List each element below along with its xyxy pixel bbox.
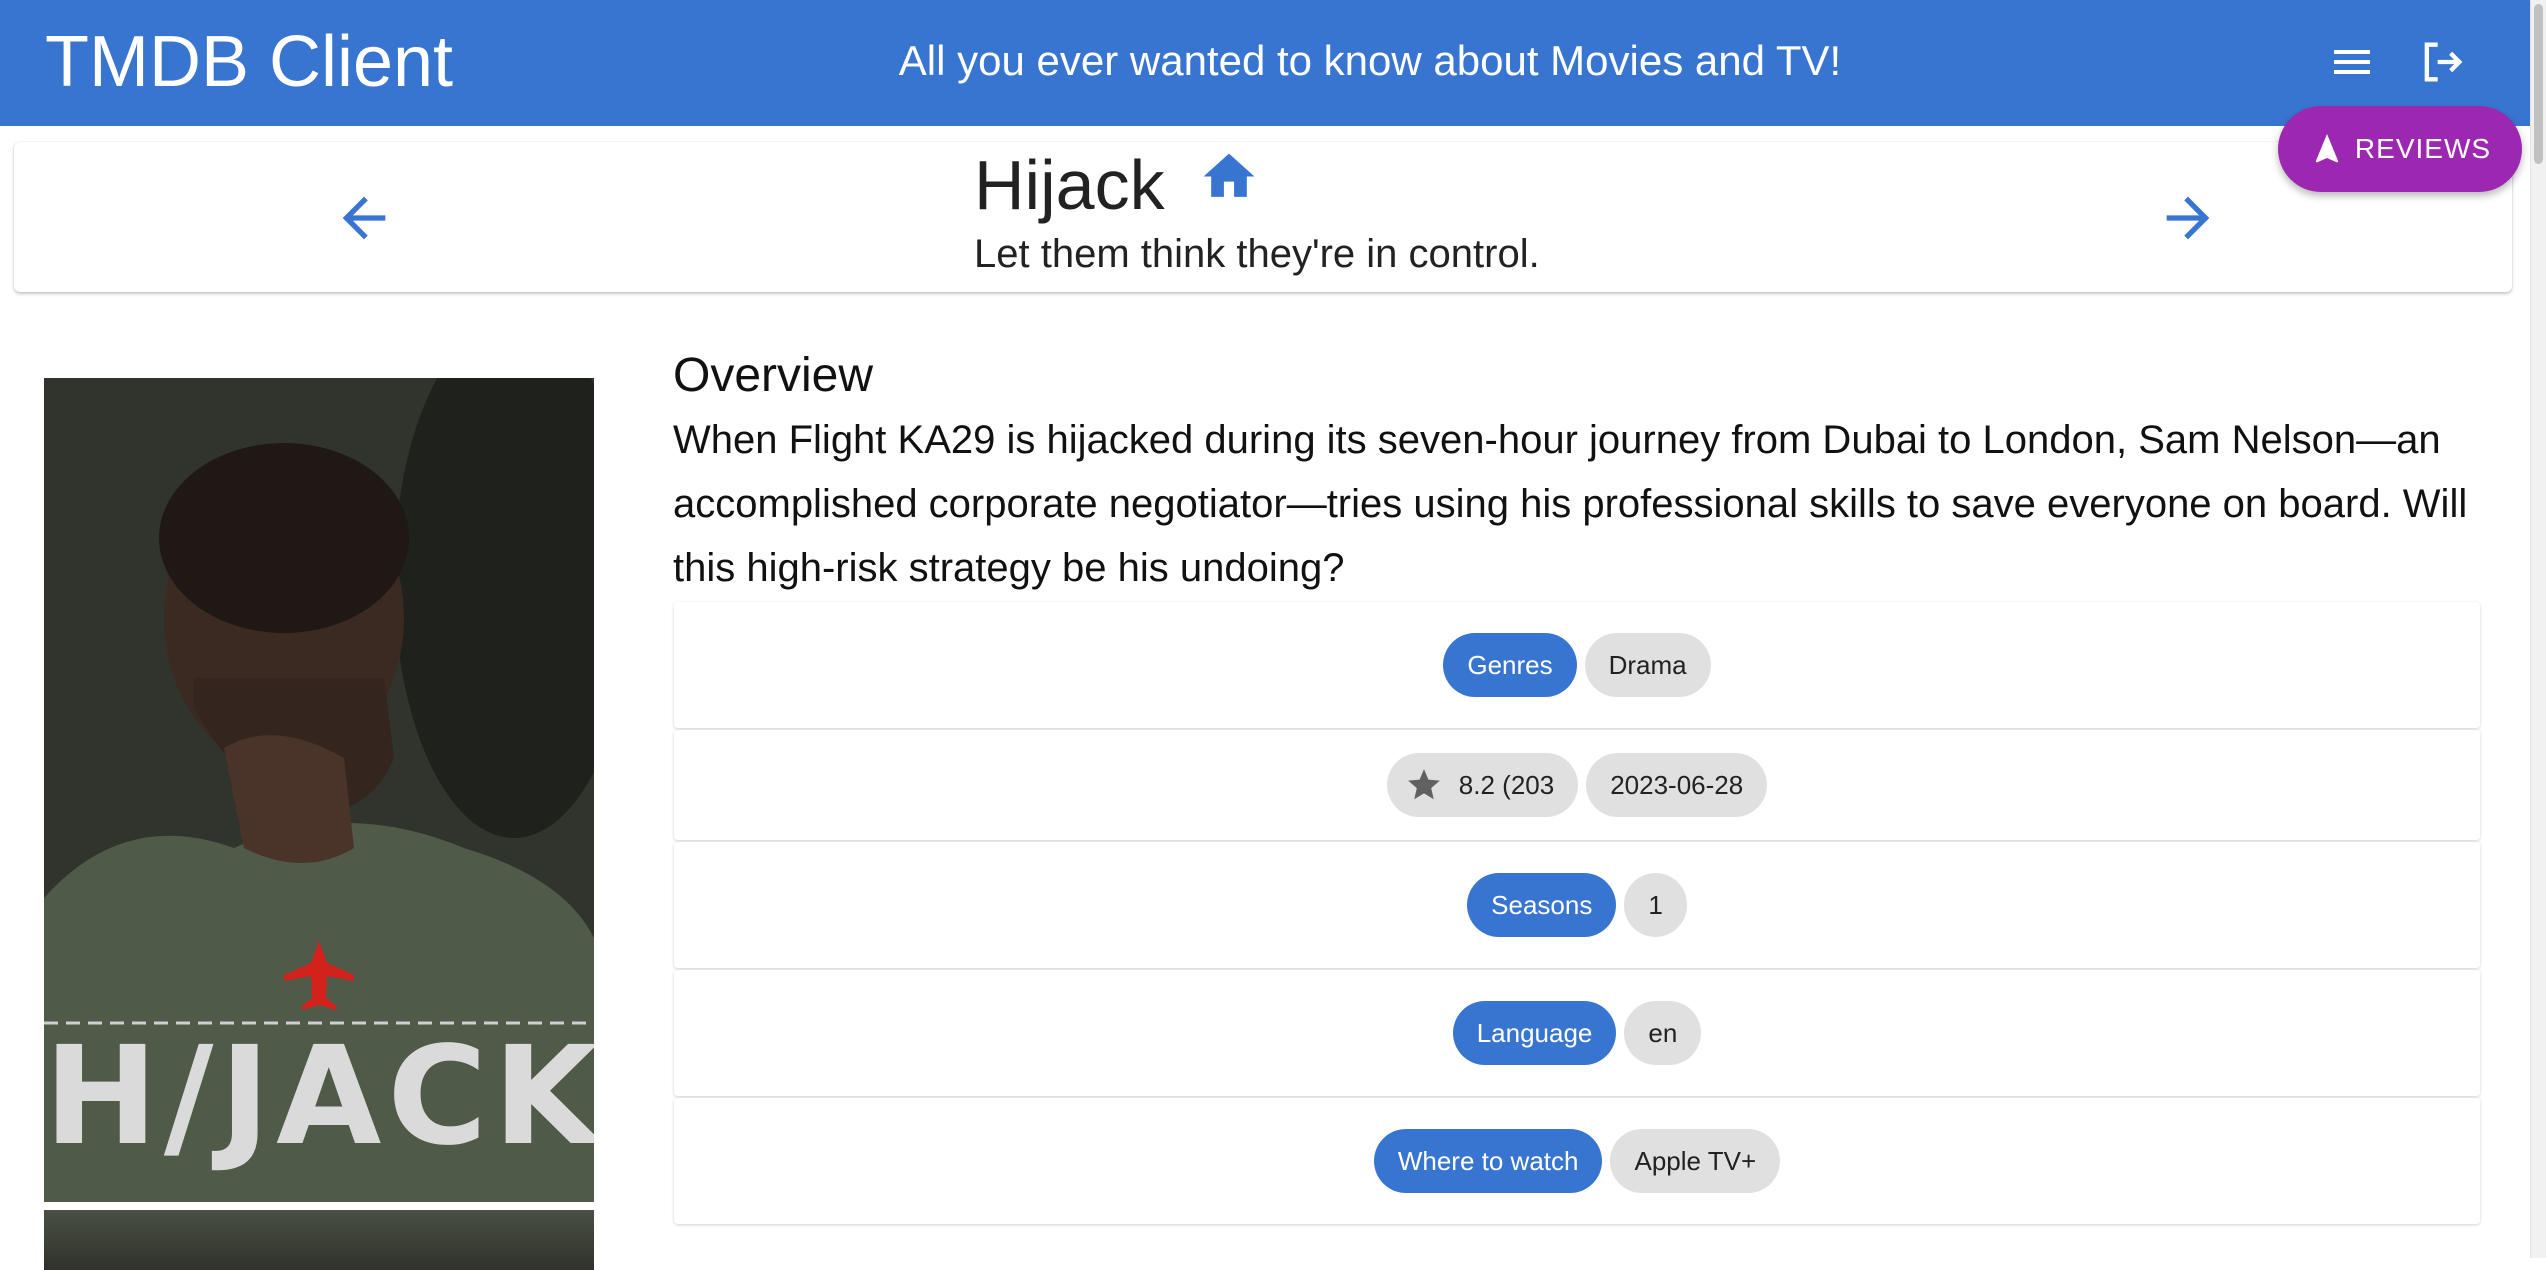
genres-row: Genres Drama <box>674 602 2480 728</box>
language-label-chip[interactable]: Language <box>1452 1001 1617 1065</box>
show-poster: H/JACK <box>44 378 594 1202</box>
next-button[interactable] <box>2156 186 2220 250</box>
navigation-icon <box>2315 134 2339 163</box>
arrow-right-icon <box>2166 196 2210 240</box>
overview-text: When Flight KA29 is hijacked during its … <box>673 418 2468 590</box>
reviews-button[interactable]: REVIEWS <box>2278 106 2522 192</box>
show-header-card: Hijack Let them think they're in control… <box>14 142 2512 292</box>
previous-button[interactable] <box>332 186 396 250</box>
rating-value: 8.2 (203 <box>1458 769 1555 800</box>
genre-chip[interactable]: Drama <box>1584 633 1711 697</box>
watch-provider-chip[interactable]: Apple TV+ <box>1610 1129 1781 1193</box>
poster-second-image <box>44 1210 594 1270</box>
rating-row: 8.2 (203 2023-06-28 <box>674 730 2480 840</box>
scrollbar-thumb[interactable] <box>2534 4 2543 164</box>
air-date-chip[interactable]: 2023-06-28 <box>1586 753 1768 817</box>
language-row: Language en <box>674 970 2480 1096</box>
rating-chip[interactable]: 8.2 (203 <box>1386 753 1579 817</box>
overview-heading: Overview <box>673 349 874 402</box>
star-icon <box>1407 769 1440 800</box>
app-tagline: All you ever wanted to know about Movies… <box>898 37 1842 84</box>
reviews-button-label: REVIEWS <box>2354 133 2492 164</box>
logout-button[interactable] <box>2416 36 2468 88</box>
menu-icon <box>2334 50 2370 74</box>
arrow-left-icon <box>342 196 386 240</box>
where-to-watch-label-chip[interactable]: Where to watch <box>1373 1129 1603 1193</box>
app-title: TMDB Client <box>45 22 454 102</box>
logout-icon <box>2424 42 2463 82</box>
show-title: Hijack <box>974 146 1165 224</box>
scrollbar[interactable] <box>2530 0 2546 1258</box>
show-tagline: Let them think they're in control. <box>974 232 1540 276</box>
seasons-count-chip[interactable]: 1 <box>1624 873 1687 937</box>
language-value-chip[interactable]: en <box>1624 1001 1702 1065</box>
seasons-label-chip[interactable]: Seasons <box>1467 873 1617 937</box>
where-to-watch-row: Where to watch Apple TV+ <box>674 1098 2480 1224</box>
poster-title-text: H/JACK <box>44 1018 594 1176</box>
menu-button[interactable] <box>2328 38 2376 86</box>
app-bar: TMDB Client All you ever wanted to know … <box>0 0 2530 126</box>
home-icon <box>1203 153 1255 197</box>
home-button[interactable] <box>1198 146 1260 202</box>
seasons-row: Seasons 1 <box>674 842 2480 968</box>
genres-label-chip[interactable]: Genres <box>1443 633 1577 697</box>
